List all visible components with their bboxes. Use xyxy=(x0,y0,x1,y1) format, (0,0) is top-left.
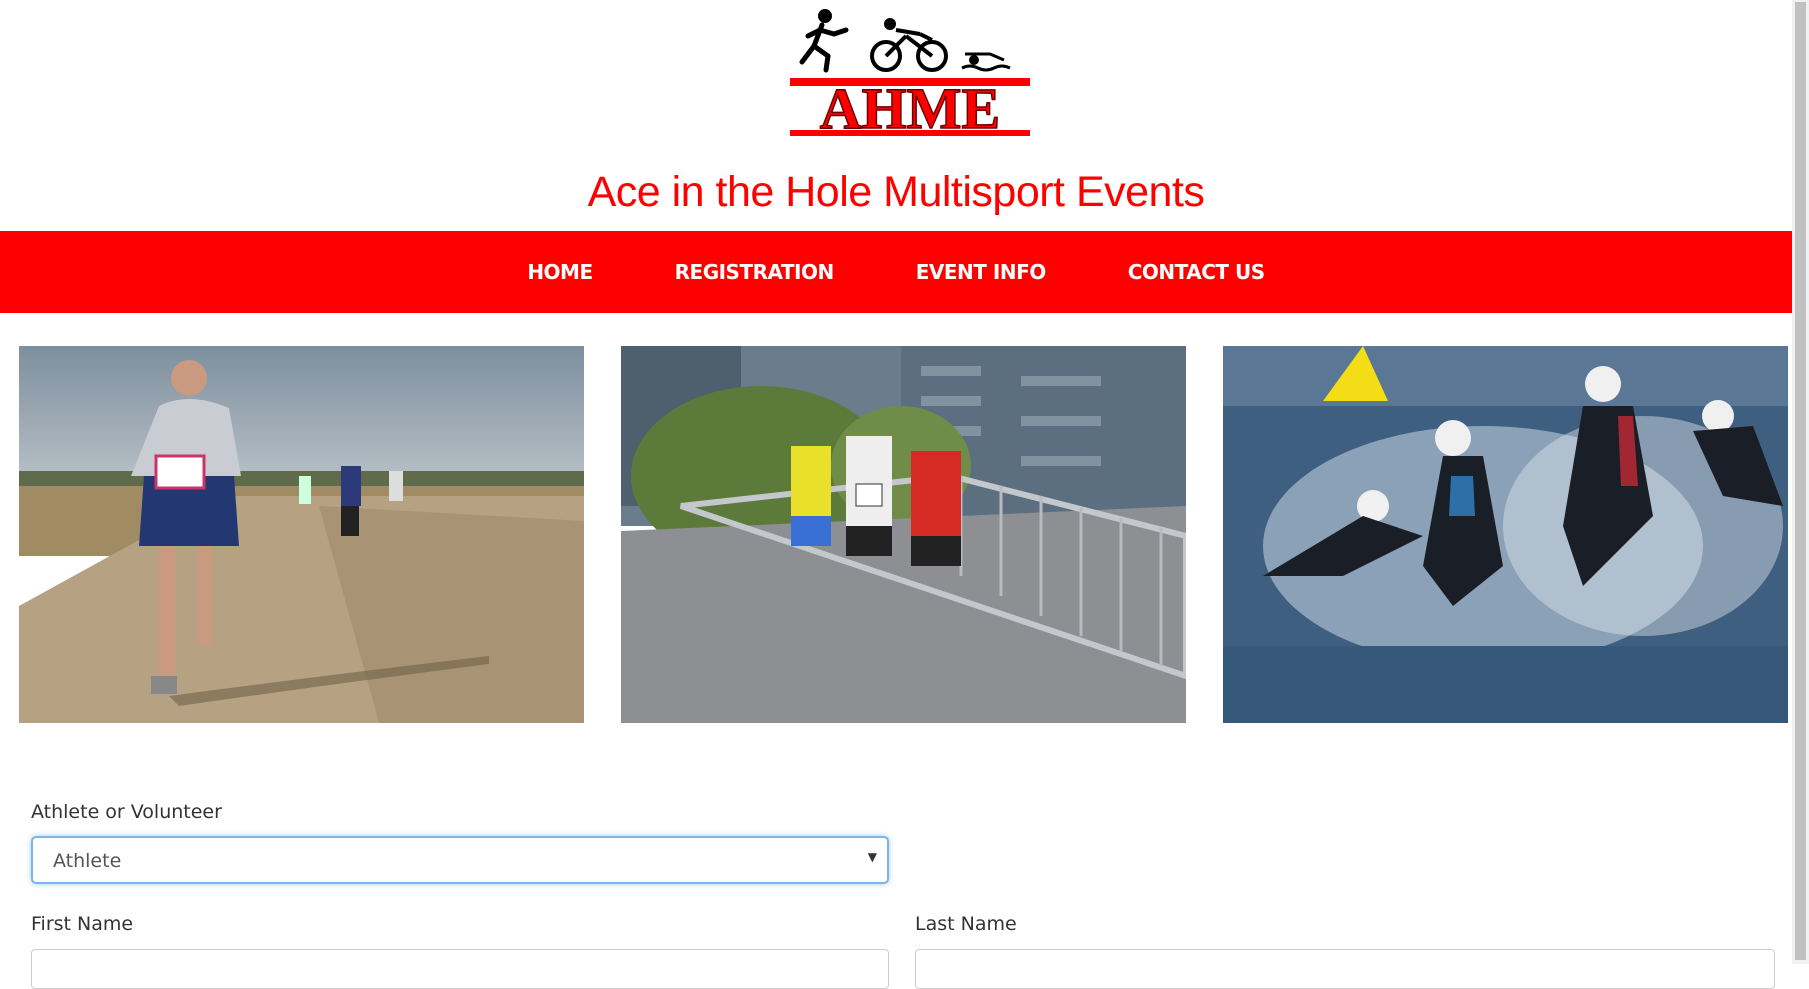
site-logo[interactable]: AHME xyxy=(790,4,1030,142)
nav-contact-us[interactable]: CONTACT US xyxy=(1087,260,1306,284)
runners-on-bridge-photo xyxy=(621,346,1186,723)
swimmer-icon xyxy=(961,52,1011,72)
site-title: Ace in the Hole Multisport Events xyxy=(587,168,1205,216)
nav-event-info[interactable]: EVENT INFO xyxy=(875,260,1087,284)
first-name-label: First Name xyxy=(31,913,134,935)
logo-text: AHME xyxy=(820,76,1000,141)
athlete-or-volunteer-label: Athlete or Volunteer xyxy=(31,801,222,823)
triathlon-swim-start-photo xyxy=(1223,346,1788,723)
runner-icon xyxy=(799,9,849,73)
page-scrollbar[interactable] xyxy=(1792,0,1809,964)
nav-registration[interactable]: REGISTRATION xyxy=(634,260,875,284)
main-nav: HOME REGISTRATION EVENT INFO CONTACT US xyxy=(0,231,1792,313)
athlete-or-volunteer-value: Athlete xyxy=(53,850,122,872)
running-woman-photo xyxy=(19,346,584,723)
cyclist-icon xyxy=(870,18,948,72)
last-name-field[interactable] xyxy=(915,949,1775,989)
chevron-down-icon: ▼ xyxy=(867,850,877,864)
nav-home[interactable]: HOME xyxy=(486,260,633,284)
first-name-field[interactable] xyxy=(31,949,889,989)
athlete-or-volunteer-select[interactable]: Athlete ▼ xyxy=(31,836,889,884)
scrollbar-thumb[interactable] xyxy=(1795,2,1806,960)
last-name-label: Last Name xyxy=(915,913,1017,935)
